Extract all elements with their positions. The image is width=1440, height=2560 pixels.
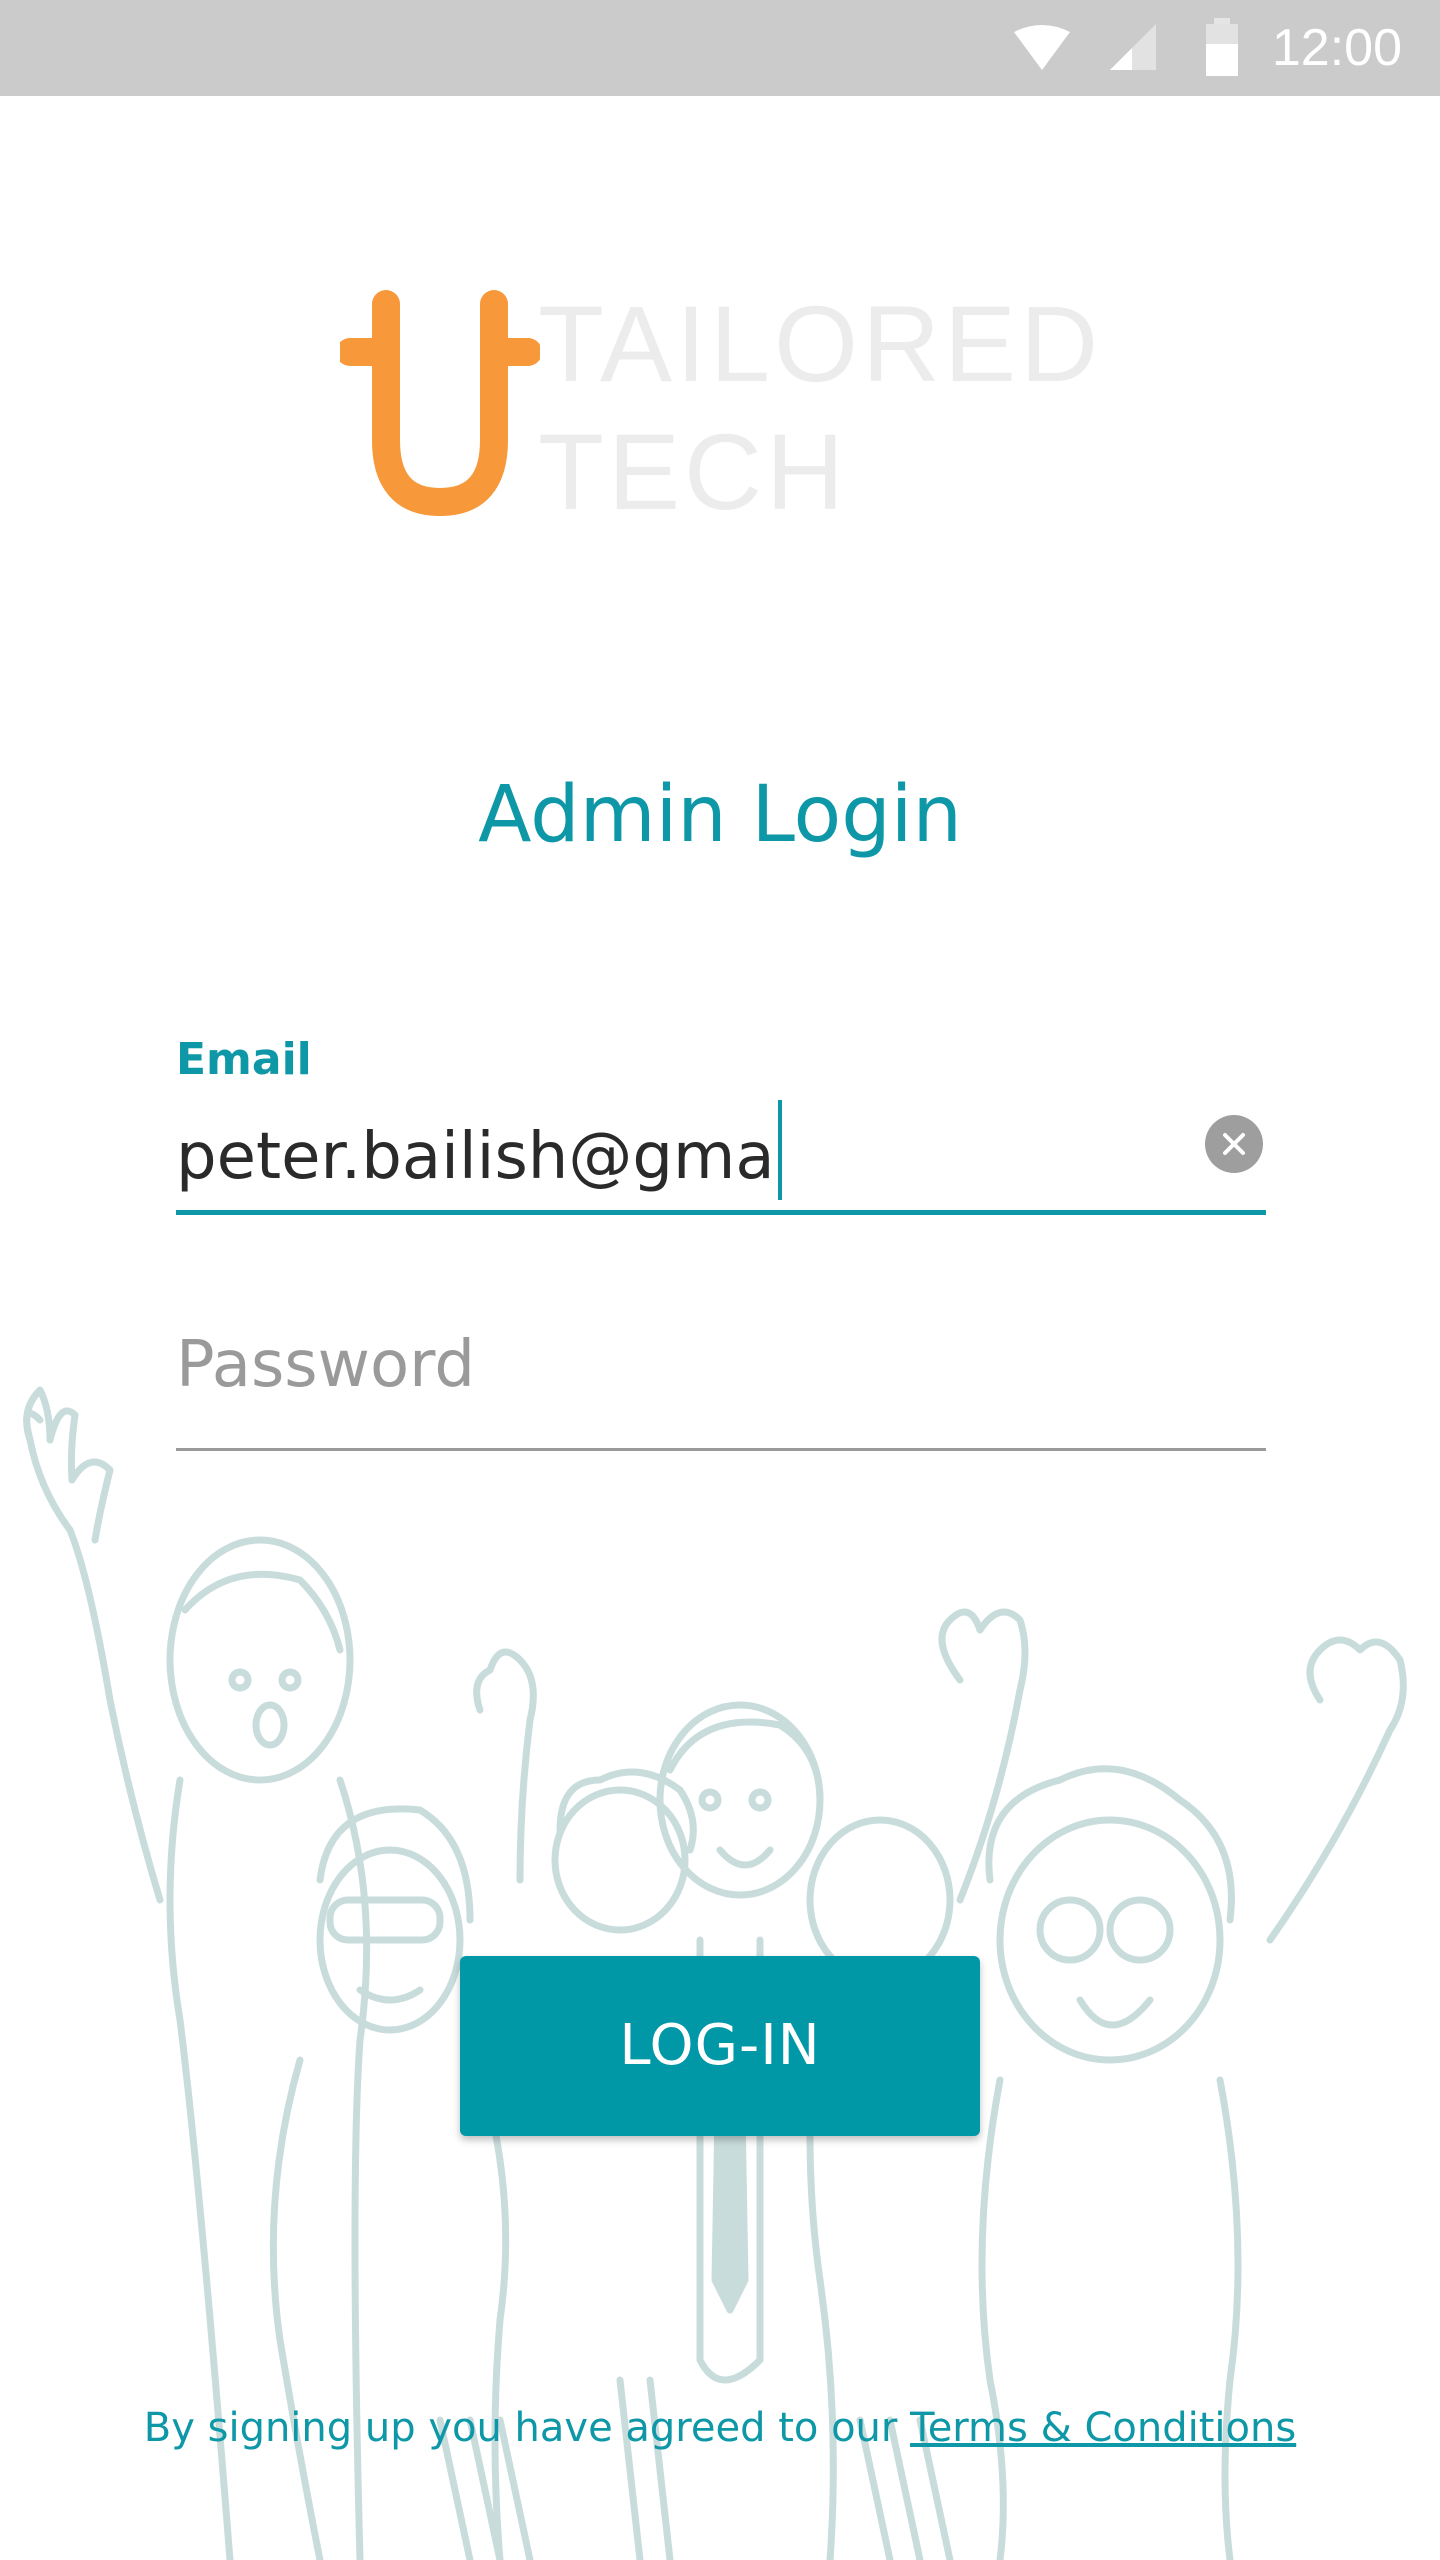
logo-text-line2: TECH	[538, 411, 848, 532]
page-title: Admin Login	[478, 770, 962, 860]
email-field[interactable]: peter.bailish@gma	[176, 1100, 782, 1200]
text-caret	[777, 1100, 782, 1200]
email-field-value: peter.bailish@gma	[176, 1120, 775, 1194]
t-logo-mark-icon	[340, 290, 540, 516]
email-underline	[176, 1210, 1266, 1215]
status-bar: 12:00	[0, 0, 1440, 96]
cell-signal-icon	[1110, 24, 1156, 70]
status-clock: 12:00	[1271, 19, 1402, 77]
terms-prefix: By signing up you have agreed to our	[143, 2405, 911, 2451]
terms-footer: By signing up you have agreed to our Ter…	[0, 2405, 1440, 2451]
email-label: Email	[176, 1034, 312, 1085]
wifi-icon	[1014, 25, 1070, 70]
login-button[interactable]: LOG-IN	[460, 1956, 980, 2136]
logo-text-line1: TAILORED	[538, 283, 1103, 404]
clear-email-button[interactable]	[1205, 1115, 1263, 1173]
battery-icon	[1206, 18, 1238, 76]
company-logo: TAILORED TECH	[340, 290, 1120, 530]
clear-icon	[1223, 1133, 1245, 1155]
terms-link[interactable]: Terms & Conditions	[910, 2405, 1296, 2451]
